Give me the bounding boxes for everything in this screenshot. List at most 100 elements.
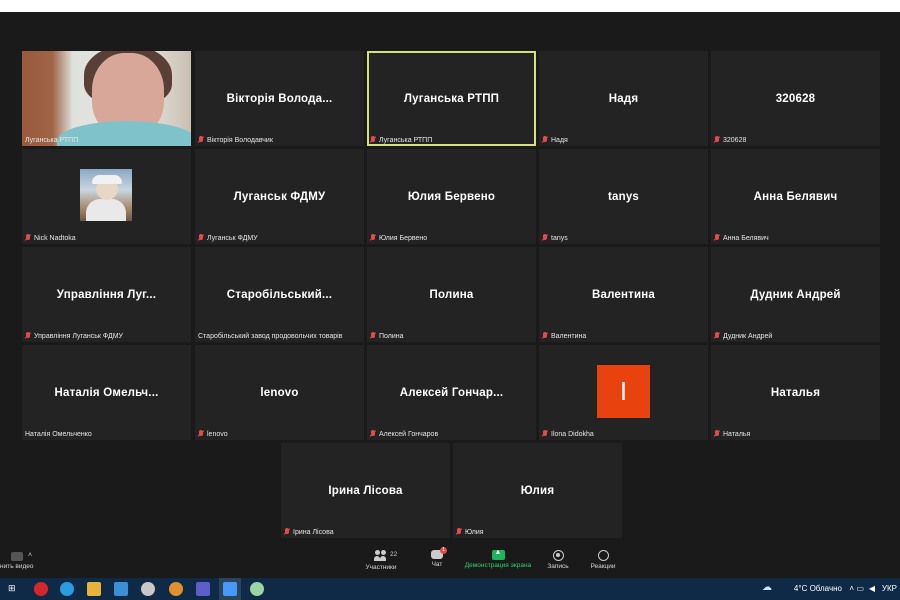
chat-label: Чат [431,561,443,568]
store-icon[interactable] [114,582,128,596]
mic-muted-icon [198,430,204,438]
participant-label: Анна Белявич [714,234,769,242]
chevron-up-icon[interactable]: ˄ [849,584,854,593]
mic-muted-icon [370,430,376,438]
mic-muted-icon [370,234,376,242]
share-screen-label: Демонстрация экрана [464,562,532,569]
language-indicator[interactable]: УКР [882,584,897,593]
participants-label: Участники [365,564,397,571]
participant-tile[interactable]: Ірина Лісова Ірина Лісова [281,443,450,538]
participant-tile[interactable]: Вікторія Волода... Вікторія Володавчик [195,51,364,146]
participant-tile[interactable]: Валентина Валентина [539,247,708,342]
participant-tile[interactable]: Наталья Наталья [711,345,880,440]
participant-name: Вікторія Волода... [226,92,333,105]
mic-muted-icon [714,234,720,242]
participant-label: Надя [542,136,568,144]
participant-tile[interactable]: Наталія Омельч... Наталія Омельченко [22,345,191,440]
participant-label-text: Луганськ ФДМУ [207,234,258,242]
file-explorer-icon[interactable] [87,582,101,596]
app-icon-5[interactable] [141,582,155,596]
reactions-label: Реакции [590,563,616,570]
stop-video-label: нить видео [0,563,34,570]
share-screen-button[interactable]: Демонстрация экрана [460,549,536,569]
mic-muted-icon [198,136,204,144]
participant-tile[interactable]: Юлия Юлия [453,443,622,538]
participant-label-text: Ilona Didokha [551,430,594,438]
participants-count: 22 [390,551,398,558]
participant-name: Наталья [770,386,821,399]
participant-name: Юлия Бервено [407,190,496,203]
mic-muted-icon [198,234,204,242]
participant-name: Полина [429,288,474,301]
participant-label: Валентина [542,332,586,340]
participant-label: Старобільський завод продовольчих товарі… [198,333,342,340]
mic-muted-icon [542,136,548,144]
windows-start-icon[interactable]: ⊞ [8,583,16,594]
opera-icon[interactable] [34,582,48,596]
participant-tile[interactable]: Луганська РТПП Луганська РТПП [367,51,536,146]
participant-label: Наталья [714,430,750,438]
participant-label-text: Nick Nadtoka [34,234,76,242]
participant-label: Юлия [456,528,484,536]
participant-label: 320628 [714,136,746,144]
zoom-meeting-window: Луганська РТПП Вікторія Волода... Вікторія… [0,12,900,578]
app-icon-6[interactable] [169,582,183,596]
volume-icon[interactable]: ◀ [869,584,875,593]
chat-button[interactable]: 1 Чат [425,547,449,568]
participant-tile[interactable]: Старобільський... Старобільський завод пр… [195,247,364,342]
participant-tile[interactable]: I Ilona Didokha [539,345,708,440]
mic-muted-icon [456,528,462,536]
mic-muted-icon [370,136,376,144]
participant-label-text: Наталья [723,430,751,438]
edge-icon[interactable] [60,582,74,596]
reactions-button[interactable]: Реакции [587,550,619,570]
participant-label: Управління Луганськ ФДМУ [25,332,123,340]
participant-tile[interactable]: tanys tanys [539,149,708,244]
participant-label-text: Дудник Андрей [723,332,773,340]
participant-label-text: lenovo [207,430,228,438]
participants-button[interactable]: 22 Участники [358,550,404,571]
participant-label-text: Надя [551,136,568,144]
participant-label-text: Наталія Омельченко [25,431,92,438]
avatar: I [597,365,650,418]
weather-text[interactable]: 4°C Облачно [794,584,842,593]
participant-tile[interactable]: Надя Надя [539,51,708,146]
chat-icon: 1 [431,547,447,559]
participant-name: Луганська РТПП [403,92,500,105]
participant-label: Вікторія Володавчик [198,136,273,144]
zoom-taskbar-icon[interactable] [219,578,241,600]
participant-tile[interactable]: Луганська РТПП [22,51,191,146]
participant-name: Наталія Омельч... [54,386,159,399]
participant-tile[interactable]: Управління Луг... Управління Луганськ ФДМ… [22,247,191,342]
participant-tile[interactable]: lenovo lenovo [195,345,364,440]
participant-tile[interactable]: Nick Nadtoka [22,149,191,244]
video-options-caret[interactable]: ˄ [28,552,32,559]
participant-label: Алексей Гончаров [370,430,438,438]
mic-muted-icon [714,430,720,438]
participant-tile[interactable]: 320628 320628 [711,51,880,146]
participant-tile[interactable]: Юлия Бервено Юлия Бервено [367,149,536,244]
participant-label-text: Юлия [465,528,484,536]
network-icon[interactable]: ▭ [856,584,864,593]
mic-muted-icon [714,136,720,144]
record-button[interactable]: Запись [543,550,573,570]
participant-name: Дудник Андрей [750,288,841,301]
participants-icon: 22 [374,550,397,562]
record-label: Запись [547,563,569,570]
participant-label-text: Вікторія Володавчик [207,136,273,144]
teams-icon[interactable] [196,582,210,596]
participant-name: Луганськ ФДМУ [233,190,326,203]
participant-tile[interactable]: Анна Белявич Анна Белявич [711,149,880,244]
camera-off-icon [10,552,23,561]
app-icon-9[interactable] [250,582,264,596]
participant-tile[interactable]: Луганськ ФДМУ Луганськ ФДМУ [195,149,364,244]
participant-name: lenovo [260,386,299,399]
participant-tile[interactable]: Полина Полина [367,247,536,342]
participant-label: Наталія Омельченко [25,431,92,438]
participant-tile[interactable]: Алексей Гончар... Алексей Гончаров [367,345,536,440]
participant-label: Дудник Андрей [714,332,772,340]
participant-tile[interactable]: Дудник Андрей Дудник Андрей [711,247,880,342]
participant-name: Валентина [591,288,656,301]
participant-name: 320628 [775,92,816,105]
participant-label: Полина [370,332,404,340]
